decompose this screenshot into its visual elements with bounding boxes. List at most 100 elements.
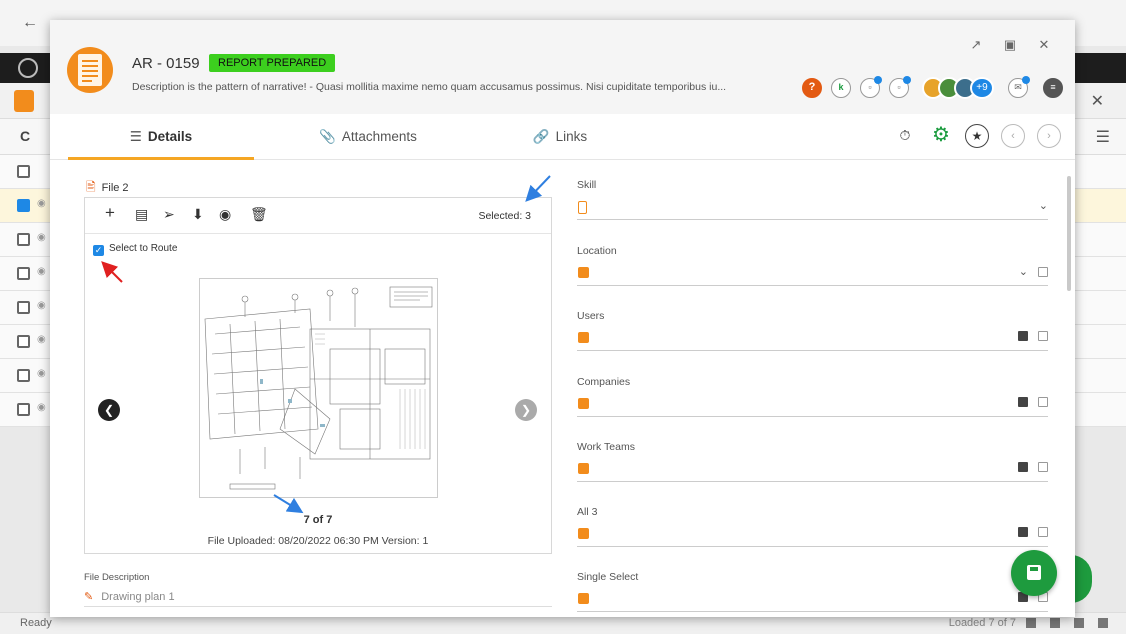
gear-icon[interactable]: ⚙ [929,124,953,148]
single-select-field: Single Select [577,571,1048,612]
location-pin-icon: ◉ [37,232,46,243]
close-module-icon[interactable]: ✕ [1091,91,1104,111]
markup-icon[interactable]: ◉ [219,206,231,223]
save-button[interactable] [1011,550,1057,596]
contact-book-icon[interactable] [1018,462,1028,473]
list-picker-icon[interactable] [1038,397,1048,408]
record-description: Description is the pattern of narrative!… [132,81,727,93]
row-checkbox[interactable] [17,267,30,280]
work-teams-actions [1008,461,1048,473]
next-file-button[interactable]: ❯ [515,399,537,421]
add-file-icon[interactable]: + [105,203,115,223]
companies-select[interactable] [577,396,1048,417]
file-icon: 🖹 [86,180,96,194]
skill-select[interactable]: ⌄ [577,199,1048,220]
download-icon[interactable]: ⬇ [192,206,204,223]
row-checkbox[interactable] [17,369,30,382]
list-view-icon[interactable] [1098,618,1108,628]
tab-details[interactable]: ☰ Details [68,114,254,160]
timer-icon[interactable]: ⏱ [893,124,917,148]
list-picker-icon[interactable] [1038,331,1048,342]
file-description-label: File Description [84,572,150,583]
skill-field: Skill ⌄ [577,179,1048,220]
select-to-route-checkbox[interactable]: ✓ Select to Route [93,243,177,256]
location-pin-icon: ◉ [37,300,46,311]
star-icon[interactable]: ★ [965,124,989,148]
form-scrollbar[interactable] [1067,176,1071,291]
user-icon [578,332,589,343]
select-all-checkbox[interactable] [17,165,30,178]
modal-tabs: ☰ Details 📎 Attachments 🔗 Links ⏱ ⚙ ★ ‹ › [50,114,1075,160]
tab-links[interactable]: 🔗 Links [470,114,650,160]
all-3-select[interactable] [577,526,1048,547]
row-checkbox[interactable] [17,335,30,348]
contact-book-icon[interactable] [1018,397,1028,408]
file-description-field[interactable]: ✎ Drawing plan 1 [84,590,552,607]
chevron-down-icon[interactable]: ⌄ [1039,199,1048,212]
save-disk-icon [1027,565,1041,580]
map-view-icon[interactable] [1074,618,1084,628]
chart-view-icon[interactable] [1050,618,1060,628]
file-toolbar: + ▤ ➢ ⬇ ◉ 🗑 Selected: 3 [85,198,551,234]
status-ready-text: Ready [20,617,52,629]
selected-count: Selected: 3 [478,210,531,222]
grid-view-icon[interactable] [1026,618,1036,628]
assignee-avatars[interactable]: +9 [922,77,994,99]
status-badge: REPORT PREPARED [209,54,336,72]
location-actions: ⌄ [1019,265,1048,278]
power-icon[interactable] [18,58,38,78]
location-pin-icon: ◉ [37,334,46,345]
list-picker-icon[interactable] [1038,527,1048,538]
help-icon[interactable]: ? [802,78,822,98]
more-menu-icon[interactable]: ≡ [1043,78,1063,98]
status-loaded-text: Loaded 7 of 7 [948,617,1016,629]
list-picker-icon[interactable] [1038,462,1048,473]
checkbox-checked-icon[interactable]: ✓ [93,245,104,256]
delete-icon[interactable]: 🗑 [250,206,268,223]
tab-attachments[interactable]: 📎 Attachments [268,114,468,160]
row-checkbox[interactable] [17,301,30,314]
previous-record-icon[interactable]: ‹ [1001,124,1025,148]
skill-label: Skill [577,179,597,191]
users-select[interactable] [577,330,1048,351]
clipboard-icon[interactable] [14,90,34,112]
contact-book-icon[interactable] [1018,527,1028,538]
back-arrow-icon[interactable]: ← [22,14,38,32]
map-grid-icon[interactable] [1038,267,1048,278]
all-3-actions [1008,526,1048,538]
row-checkbox[interactable] [17,403,30,416]
users-actions [1008,330,1048,342]
fullscreen-icon[interactable]: ▣ [1003,38,1017,52]
modal-header: AR - 0159 REPORT PREPARED Description is… [50,20,1075,114]
location-pin-icon: ◉ [37,266,46,277]
k-score-icon[interactable]: k [831,78,851,98]
file-label: 🖹 File 2 [86,180,129,194]
work-teams-select[interactable] [577,461,1048,482]
paperclip-icon: 📎 [319,129,336,144]
row-checkbox[interactable] [17,233,30,246]
next-record-icon[interactable]: › [1037,124,1061,148]
location-pin-icon: ◉ [37,368,46,379]
open-external-icon[interactable]: ↗ [969,38,983,52]
skill-icon [578,201,587,214]
record-modal: AR - 0159 REPORT PREPARED Description is… [50,20,1075,617]
view-toggle-icon[interactable]: ▤ [135,206,148,223]
notes-icon[interactable]: ▫ [889,76,911,98]
refresh-icon[interactable]: C [20,128,30,144]
edit-pencil-icon[interactable]: ✎ [84,591,93,603]
route-icon[interactable]: ➢ [163,206,175,223]
previous-file-button[interactable]: ❮ [98,399,120,421]
company-icon [578,398,589,409]
companies-actions [1008,396,1048,408]
location-pin-icon: ◉ [37,402,46,413]
drawing-thumbnail[interactable] [199,278,438,498]
comments-icon[interactable]: ▫ [860,76,882,98]
messages-icon[interactable]: ✉ [1008,76,1030,98]
hamburger-menu-icon[interactable]: ☰ [1096,127,1110,147]
contact-book-icon[interactable] [1018,331,1028,342]
close-icon[interactable]: ✕ [1037,38,1051,52]
more-avatars-count[interactable]: +9 [970,77,994,99]
single-select-select[interactable] [577,592,1048,612]
location-select[interactable]: ⌄ [577,265,1048,286]
row-checkbox[interactable] [17,199,30,212]
